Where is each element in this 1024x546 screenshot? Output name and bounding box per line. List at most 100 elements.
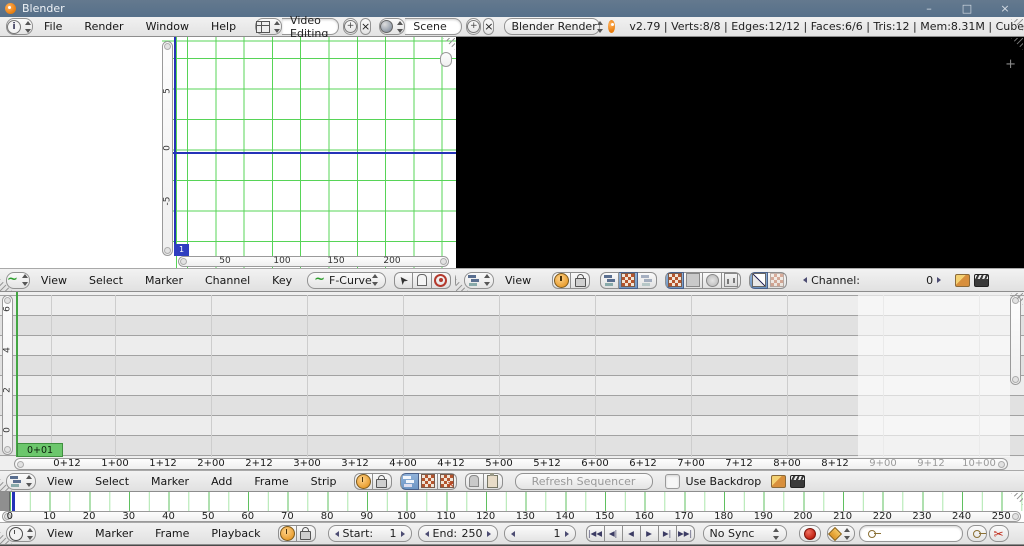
scene-browse-button[interactable] bbox=[379, 18, 406, 35]
current-frame-field[interactable]: 1 bbox=[503, 525, 576, 542]
playback-clock-button[interactable] bbox=[277, 525, 297, 542]
increment-arrow-icon[interactable] bbox=[486, 530, 491, 537]
menu-item[interactable]: Marker bbox=[140, 475, 200, 488]
editor-type-button-info[interactable]: i bbox=[6, 18, 33, 35]
image-icon[interactable] bbox=[955, 273, 971, 287]
start-frame-field[interactable]: Start: 1 bbox=[327, 525, 412, 542]
increment-arrow-icon[interactable] bbox=[400, 530, 405, 537]
menu-item[interactable]: Select bbox=[78, 274, 134, 287]
keying-set-input[interactable] bbox=[858, 525, 963, 542]
pivot-point-button[interactable] bbox=[431, 271, 451, 289]
menu-item[interactable]: Frame bbox=[144, 527, 200, 540]
screen-layout-name-field[interactable]: Video Editing bbox=[282, 14, 340, 40]
proxy-button[interactable] bbox=[464, 472, 484, 490]
editor-type-button-graph[interactable]: ~ bbox=[6, 271, 30, 289]
menu-item[interactable]: Window bbox=[135, 20, 200, 33]
preview-canvas[interactable]: + bbox=[456, 37, 1024, 268]
menu-item[interactable]: Frame bbox=[243, 475, 299, 488]
safe-margin-button[interactable] bbox=[768, 271, 788, 289]
sync-dropdown[interactable]: No Sync bbox=[702, 525, 787, 542]
ghost-curves-button[interactable] bbox=[412, 271, 432, 289]
lock-button[interactable] bbox=[372, 472, 392, 490]
region-plus-icon[interactable]: + bbox=[1005, 57, 1016, 72]
minimize-button[interactable]: – bbox=[910, 0, 948, 17]
decrement-arrow-icon[interactable] bbox=[424, 530, 429, 537]
render-engine-dropdown[interactable]: Blender Render bbox=[504, 18, 603, 35]
add-layout-button[interactable]: + bbox=[343, 18, 359, 35]
use-backdrop-checkbox[interactable] bbox=[664, 473, 680, 489]
editor-type-button-sequencer[interactable] bbox=[6, 472, 36, 490]
graph-right-scrollbar[interactable] bbox=[440, 52, 452, 67]
show-offsets-button[interactable] bbox=[418, 472, 438, 490]
keying-set-dropdown[interactable] bbox=[826, 525, 855, 542]
cursor-tool-button[interactable]: ➤ bbox=[393, 271, 413, 289]
transport-button[interactable]: ▶| bbox=[658, 525, 677, 542]
delete-scene-button[interactable]: × bbox=[483, 18, 495, 35]
sequencer-strip-area[interactable]: 6 4 2 0 0+01 0+12 1+00 1+12 2+00 2+12 3+00 3+12 4+… bbox=[0, 292, 1024, 470]
timeline-playhead[interactable] bbox=[12, 492, 15, 511]
lock-button[interactable] bbox=[296, 525, 316, 542]
mute-strips-button[interactable]: × bbox=[437, 472, 457, 490]
playback-clock-button[interactable] bbox=[552, 271, 572, 289]
both-display-button[interactable] bbox=[638, 271, 658, 289]
image-preview-button[interactable] bbox=[619, 271, 639, 289]
menu-item[interactable]: Key bbox=[261, 274, 303, 287]
record-button[interactable] bbox=[798, 525, 821, 542]
graph-mode-dropdown[interactable]: ~ F-Curve bbox=[307, 271, 386, 289]
histogram-button[interactable] bbox=[722, 271, 742, 289]
scene-name-field[interactable]: Scene bbox=[405, 18, 463, 35]
menu-item[interactable]: Select bbox=[84, 475, 140, 488]
menu-item[interactable]: Playback bbox=[200, 527, 271, 540]
decrement-arrow-icon[interactable] bbox=[510, 530, 515, 537]
menu-item[interactable]: Strip bbox=[300, 475, 348, 488]
sequence-display-button[interactable] bbox=[600, 271, 620, 289]
transport-button[interactable]: ▶ bbox=[640, 525, 659, 542]
menu-item[interactable]: View bbox=[494, 274, 542, 287]
sequencer-right-scrollbar[interactable] bbox=[1010, 295, 1021, 385]
maximize-button[interactable]: □ bbox=[948, 0, 986, 17]
delete-keyframe-button[interactable]: ✂ bbox=[988, 525, 1009, 542]
copy-settings-button[interactable] bbox=[483, 472, 503, 490]
editor-type-button-preview[interactable] bbox=[464, 271, 494, 289]
menu-item[interactable]: Marker bbox=[134, 274, 194, 287]
menu-item[interactable]: Marker bbox=[84, 527, 144, 540]
add-scene-button[interactable]: + bbox=[466, 18, 482, 35]
graph-editor-canvas[interactable]: 5 0 -5 50 100 150 200 1 bbox=[0, 37, 456, 268]
decrement-arrow-icon[interactable] bbox=[803, 277, 808, 283]
menu-item[interactable]: View bbox=[36, 475, 84, 488]
resize-grip-icon[interactable] bbox=[1011, 38, 1023, 50]
increment-arrow-icon[interactable] bbox=[937, 277, 942, 283]
luma-waveform-button[interactable] bbox=[684, 271, 704, 289]
close-button[interactable]: × bbox=[986, 0, 1024, 17]
increment-arrow-icon[interactable] bbox=[564, 530, 569, 537]
channel-number-field[interactable]: Channel: 0 bbox=[797, 272, 947, 289]
menu-item[interactable]: View bbox=[30, 274, 78, 287]
chroma-vectorscope-button[interactable] bbox=[703, 271, 723, 289]
timeline-ruler[interactable]: 0 10 20 30 40 50 60 70 80 90 100 110 120 130 140 150 160… bbox=[0, 492, 1024, 522]
menu-item[interactable]: Render bbox=[73, 20, 134, 33]
lock-button[interactable] bbox=[571, 271, 591, 289]
insert-keyframe-button[interactable] bbox=[966, 525, 987, 542]
refresh-sequencer-button[interactable]: Refresh Sequencer bbox=[514, 472, 653, 490]
menu-item[interactable]: Channel bbox=[194, 274, 261, 287]
image-icon[interactable] bbox=[771, 474, 787, 488]
graph-current-frame-badge[interactable]: 1 bbox=[174, 244, 189, 256]
transport-button[interactable]: ◀ bbox=[622, 525, 641, 542]
delete-layout-button[interactable]: × bbox=[360, 18, 372, 35]
decrement-arrow-icon[interactable] bbox=[334, 530, 339, 537]
sequencer-current-time-badge[interactable]: 0+01 bbox=[17, 443, 63, 457]
overlay-button[interactable] bbox=[749, 271, 769, 289]
menu-item[interactable]: View bbox=[36, 527, 84, 540]
menu-item[interactable]: Add bbox=[200, 475, 243, 488]
transport-button[interactable]: |◀◀ bbox=[585, 525, 605, 542]
screen-layout-browse-button[interactable] bbox=[255, 18, 283, 35]
transport-button[interactable]: ▶▶| bbox=[676, 525, 695, 542]
color-preview-button[interactable] bbox=[665, 271, 685, 289]
playback-clock-button[interactable] bbox=[353, 472, 373, 490]
transport-button[interactable]: ◀| bbox=[604, 525, 623, 542]
show-strips-button[interactable] bbox=[399, 472, 419, 490]
clapperboard-icon[interactable] bbox=[790, 474, 806, 488]
editor-type-button-timeline[interactable] bbox=[6, 525, 36, 542]
end-frame-field[interactable]: End: 250 bbox=[417, 525, 498, 542]
clapperboard-icon[interactable] bbox=[974, 273, 990, 287]
